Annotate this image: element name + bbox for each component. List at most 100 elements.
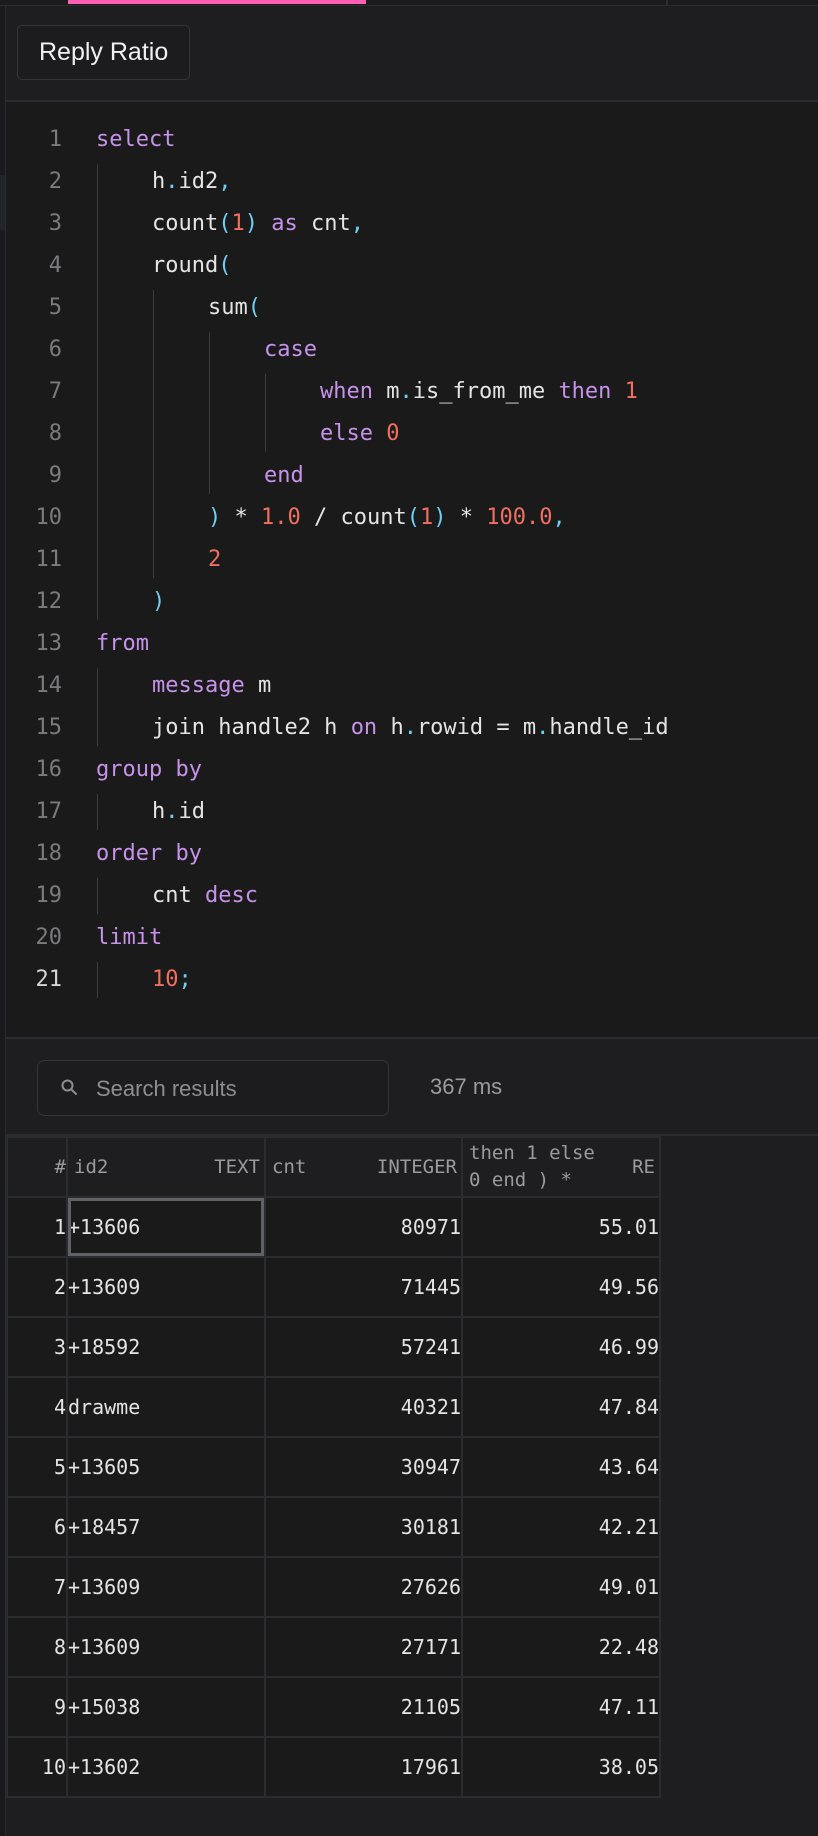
code-token: desc — [204, 883, 258, 908]
cnt-cell[interactable]: 57241 — [264, 1316, 463, 1378]
code-line[interactable]: 13 from — [6, 623, 818, 665]
search-results-box[interactable] — [37, 1060, 389, 1117]
id2-cell[interactable]: +13602 — [66, 1736, 266, 1798]
column-header-index[interactable]: # — [6, 1136, 68, 1198]
cnt-cell[interactable]: 80971 — [264, 1196, 463, 1258]
id2-cell[interactable]: +18592 — [66, 1316, 266, 1378]
row-index-cell[interactable]: 7 — [6, 1556, 68, 1618]
code-line[interactable]: 8 else 0 — [6, 413, 818, 455]
code-line[interactable]: 16 group by — [6, 749, 818, 791]
code-token: 2 — [208, 547, 222, 572]
code-token: ( — [247, 295, 261, 320]
id2-cell[interactable]: +13609 — [66, 1556, 266, 1618]
ratio-cell[interactable]: 55.01 — [461, 1196, 661, 1258]
code-token: * — [446, 505, 487, 530]
id2-cell[interactable]: +15038 — [66, 1676, 266, 1738]
ratio-cell[interactable]: 38.05 — [461, 1736, 661, 1798]
column-header-ratio[interactable]: then 1 else 0 end ) * RE — [461, 1136, 661, 1198]
ratio-cell[interactable]: 47.84 — [461, 1376, 661, 1438]
code-line[interactable]: 4 round( — [6, 245, 818, 287]
code-line[interactable]: 1 select — [6, 119, 818, 161]
code-token: as — [257, 211, 311, 236]
code-line[interactable]: 2 h.id2, — [6, 161, 818, 203]
table-row[interactable]: 6 +18457 30181 42.21 — [6, 1496, 661, 1558]
id2-cell[interactable]: +13606 — [66, 1196, 266, 1258]
code-token: group by — [96, 757, 202, 782]
cnt-cell[interactable]: 30947 — [264, 1436, 463, 1498]
code-line[interactable]: 20 limit — [6, 917, 818, 959]
query-name-button[interactable]: Reply Ratio — [17, 25, 191, 80]
code-text: else 0 — [320, 413, 399, 455]
cnt-cell[interactable]: 40321 — [264, 1376, 463, 1438]
ratio-cell[interactable]: 49.01 — [461, 1556, 661, 1618]
rail-highlight — [0, 175, 5, 230]
table-row[interactable]: 10 +13602 17961 38.05 — [6, 1736, 661, 1798]
cnt-cell[interactable]: 27171 — [264, 1616, 463, 1678]
code-line[interactable]: 21 10; — [6, 959, 818, 1001]
code-line[interactable]: 3 count(1) as cnt, — [6, 203, 818, 245]
code-line[interactable]: 15 join handle2 h on h.rowid = m.handle_i… — [6, 707, 818, 749]
table-row[interactable]: 1 +13606 80971 55.01 — [6, 1196, 661, 1258]
table-row[interactable]: 2 +13609 71445 49.56 — [6, 1256, 661, 1318]
code-line[interactable]: 7 when m.is_from_me then 1 — [6, 371, 818, 413]
code-line[interactable]: 10) * 1.0 / count(1) * 100.0, — [6, 497, 818, 539]
id2-cell[interactable]: +13609 — [66, 1616, 266, 1678]
row-index-cell[interactable]: 8 — [6, 1616, 68, 1678]
search-icon — [61, 1079, 77, 1095]
column-header-id2[interactable]: id2 TEXT — [66, 1136, 266, 1198]
code-line[interactable]: 9 end — [6, 455, 818, 497]
cnt-cell[interactable]: 27626 — [264, 1556, 463, 1618]
code-text: join handle2 h on h.rowid = m.handle_id — [152, 707, 669, 749]
code-token: count — [340, 505, 407, 530]
table-row[interactable]: 3 +18592 57241 46.99 — [6, 1316, 661, 1378]
table-row[interactable]: 9 +15038 21105 47.11 — [6, 1676, 661, 1738]
row-index-cell[interactable]: 10 — [6, 1736, 68, 1798]
column-header-cnt[interactable]: cnt INTEGER — [264, 1136, 463, 1198]
ratio-cell[interactable]: 43.64 — [461, 1436, 661, 1498]
code-line[interactable]: 19 cnt desc — [6, 875, 818, 917]
code-line[interactable]: 6 case — [6, 329, 818, 371]
line-number: 6 — [48, 337, 62, 362]
row-index-cell[interactable]: 2 — [6, 1256, 68, 1318]
cnt-cell[interactable]: 30181 — [264, 1496, 463, 1558]
code-line[interactable]: 11 2 — [6, 539, 818, 581]
id2-cell[interactable]: +18457 — [66, 1496, 266, 1558]
code-line[interactable]: 12) — [6, 581, 818, 623]
line-number: 9 — [48, 463, 62, 488]
table-row[interactable]: 8 +13609 27171 22.48 — [6, 1616, 661, 1678]
table-row[interactable]: 7 +13609 27626 49.01 — [6, 1556, 661, 1618]
row-index-cell[interactable]: 6 — [6, 1496, 68, 1558]
line-number: 5 — [48, 295, 62, 320]
table-row[interactable]: 5 +13605 30947 43.64 — [6, 1436, 661, 1498]
table-row[interactable]: 4 drawme 40321 47.84 — [6, 1376, 661, 1438]
code-token: round — [152, 253, 219, 278]
code-line[interactable]: 18 order by — [6, 833, 818, 875]
id2-cell[interactable]: drawme — [66, 1376, 266, 1438]
code-line[interactable]: 14 message m — [6, 665, 818, 707]
code-line[interactable]: 5 sum( — [6, 287, 818, 329]
id2-cell[interactable]: +13605 — [66, 1436, 266, 1498]
ratio-cell[interactable]: 22.48 — [461, 1616, 661, 1678]
code-line[interactable]: 17 h.id — [6, 791, 818, 833]
code-token: join handle2 h — [152, 715, 351, 740]
code-token: / — [300, 505, 341, 530]
row-index-cell[interactable]: 5 — [6, 1436, 68, 1498]
sql-editor[interactable]: 1 select 2 h.id2, 3 count(1) as cnt, 4 round(5 s… — [6, 102, 818, 1039]
row-index-cell[interactable]: 4 — [6, 1376, 68, 1438]
ratio-cell[interactable]: 46.99 — [461, 1316, 661, 1378]
search-input[interactable] — [94, 1061, 378, 1117]
ratio-cell[interactable]: 49.56 — [461, 1256, 661, 1318]
row-index-cell[interactable]: 3 — [6, 1316, 68, 1378]
ratio-cell[interactable]: 42.21 — [461, 1496, 661, 1558]
row-index-cell[interactable]: 1 — [6, 1196, 68, 1258]
id2-cell[interactable]: +13609 — [66, 1256, 266, 1318]
cnt-cell[interactable]: 71445 — [264, 1256, 463, 1318]
cnt-cell[interactable]: 21105 — [264, 1676, 463, 1738]
code-token: ) — [152, 589, 166, 614]
indent-guide — [97, 668, 98, 746]
code-text: ) * 1.0 / count(1) * 100.0, — [208, 497, 566, 539]
row-index-cell[interactable]: 9 — [6, 1676, 68, 1738]
ratio-cell[interactable]: 47.11 — [461, 1676, 661, 1738]
cnt-cell[interactable]: 17961 — [264, 1736, 463, 1798]
active-tab-indicator[interactable] — [68, 0, 366, 4]
